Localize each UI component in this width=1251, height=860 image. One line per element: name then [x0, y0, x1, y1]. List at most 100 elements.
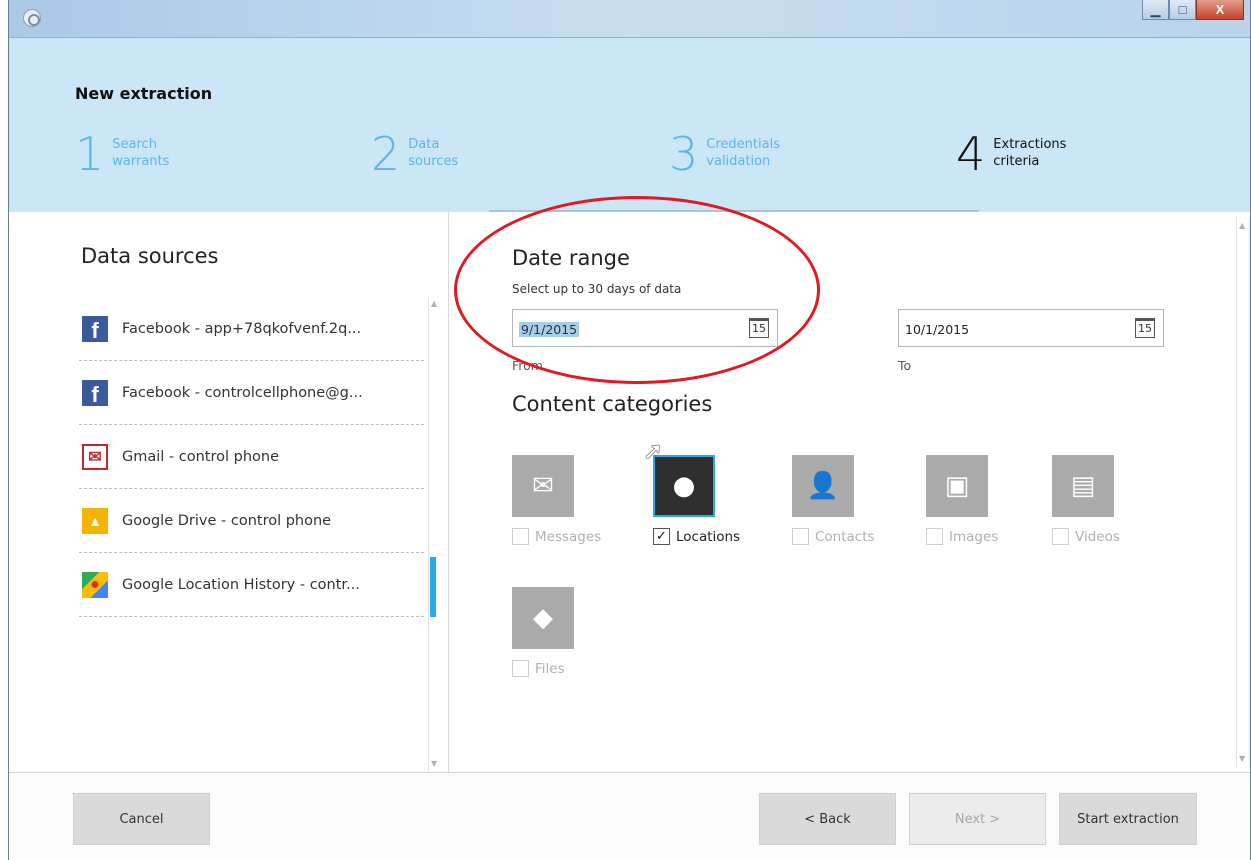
wizard-footer: Cancel < Back Next > Start extraction — [9, 772, 1250, 860]
calendar-icon[interactable]: 15 — [749, 318, 769, 338]
list-item-label: Facebook - controlcellphone@g... — [122, 384, 363, 401]
list-item-label: Google Drive - control phone — [122, 512, 332, 529]
to-label: To — [898, 358, 912, 373]
envelope-icon[interactable]: ✉ — [512, 455, 574, 517]
list-item-label: Facebook - app+78qkofvenf.2q... — [122, 320, 362, 337]
step-number: 4 — [956, 127, 986, 181]
date-range-subtitle: Select up to 30 days of data — [512, 282, 682, 296]
category-label: Contacts — [815, 528, 875, 545]
to-date-value[interactable]: 10/1/2015 — [905, 322, 969, 337]
category-videos[interactable]: ▤ Videos — [1052, 455, 1192, 545]
scroll-up-icon[interactable]: ▲ — [1239, 221, 1245, 230]
list-item[interactable]: f Facebook - app+78qkofvenf.2q... — [79, 297, 424, 361]
data-sources-title: Data sources — [81, 244, 219, 268]
calendar-icon[interactable]: 15 — [1135, 318, 1155, 338]
videos-checkbox[interactable] — [1052, 528, 1069, 545]
step-search-warrants[interactable]: 1 Search warrants — [75, 127, 169, 181]
step-label-line2: sources — [408, 154, 459, 169]
messages-checkbox[interactable] — [512, 528, 529, 545]
category-check-row: Messages — [512, 528, 652, 545]
content-categories-title: Content categories — [512, 392, 713, 416]
category-contacts[interactable]: 👤 Contacts — [792, 455, 932, 545]
step-label-line1: Extractions — [993, 137, 1067, 152]
category-check-row: Videos — [1052, 528, 1192, 545]
step-credentials-validation[interactable]: 3 Credentials validation — [669, 127, 780, 181]
images-checkbox[interactable] — [926, 528, 943, 545]
criteria-panel: Date range Select up to 30 days of data … — [450, 212, 1250, 772]
mouse-cursor-icon: ➚ — [643, 437, 664, 465]
facebook-icon: f — [82, 315, 108, 343]
start-extraction-button[interactable]: Start extraction — [1059, 793, 1197, 845]
list-item-selected[interactable]: ● Google Location History - contr... — [79, 553, 436, 617]
category-label: Files — [535, 660, 565, 677]
from-date-field[interactable]: 9/1/2015 15 — [512, 309, 778, 347]
google-drive-icon: ▲ — [82, 507, 108, 534]
gmail-icon: ✉ — [82, 443, 108, 470]
category-label: Images — [949, 528, 999, 545]
back-button[interactable]: < Back — [759, 793, 896, 845]
files-checkbox[interactable] — [512, 660, 529, 677]
category-check-row: Images — [926, 528, 1066, 545]
person-icon[interactable]: 👤 — [792, 455, 854, 517]
list-item[interactable]: ✉ Gmail - control phone — [79, 425, 424, 489]
window-controls: ▁ □ X — [1142, 0, 1244, 20]
criteria-scrollbar[interactable]: ▲ ▼ — [1236, 217, 1250, 767]
app-logo-icon — [23, 9, 41, 27]
from-label: From — [512, 358, 543, 373]
page-title: New extraction — [75, 84, 213, 103]
list-item[interactable]: f Facebook - controlcellphone@g... — [79, 361, 424, 425]
data-sources-panel: Data sources f Facebook - app+78qkofvenf… — [9, 212, 449, 772]
step-label-line2: criteria — [993, 154, 1040, 169]
next-button[interactable]: Next > — [909, 793, 1046, 845]
minimize-button[interactable]: ▁ — [1142, 0, 1169, 20]
step-label: Data sources — [408, 136, 458, 170]
step-label: Credentials validation — [706, 136, 780, 170]
step-label-line1: Search — [112, 137, 157, 152]
scroll-down-icon[interactable]: ▼ — [1239, 754, 1245, 763]
category-label: Videos — [1075, 528, 1120, 545]
category-locations[interactable]: ● ✓ Locations — [653, 455, 793, 545]
category-check-row: ✓ Locations — [653, 528, 793, 545]
from-date-value[interactable]: 9/1/2015 — [519, 322, 580, 337]
step-label: Search warrants — [112, 136, 169, 170]
scroll-down-icon[interactable]: ▼ — [431, 759, 437, 768]
step-extractions-criteria[interactable]: 4 Extractions criteria — [956, 127, 1066, 181]
step-number: 3 — [669, 127, 699, 181]
step-label: Extractions criteria — [993, 136, 1066, 170]
contacts-checkbox[interactable] — [792, 528, 809, 545]
step-number: 2 — [371, 127, 401, 181]
image-icon[interactable]: ▣ — [926, 455, 988, 517]
step-data-sources[interactable]: 2 Data sources — [371, 127, 458, 181]
step-label-line2: validation — [706, 154, 771, 169]
data-sources-list: f Facebook - app+78qkofvenf.2q... f Face… — [79, 297, 436, 617]
sources-scrollbar[interactable]: ▲ ▼ — [428, 297, 440, 772]
list-item-label: Google Location History - contr... — [122, 576, 360, 593]
wizard-header: New extraction 1 Search warrants 2 Data … — [9, 38, 1250, 212]
step-label-line1: Credentials — [706, 137, 780, 152]
category-check-row: Contacts — [792, 528, 932, 545]
list-item[interactable]: ▲ Google Drive - control phone — [79, 489, 424, 553]
category-check-row: Files — [512, 660, 652, 677]
scroll-up-icon[interactable]: ▲ — [431, 299, 437, 308]
category-label: Locations — [676, 528, 741, 545]
category-files[interactable]: ◆ Files — [512, 587, 652, 677]
app-window: ▁ □ X New extraction 1 Search warrants 2… — [8, 0, 1251, 860]
tag-icon[interactable]: ◆ — [512, 587, 574, 649]
step-label-line1: Data — [408, 137, 440, 152]
locations-checkbox[interactable]: ✓ — [653, 528, 670, 545]
date-range-title: Date range — [512, 246, 630, 270]
cancel-button[interactable]: Cancel — [73, 793, 210, 845]
category-label: Messages — [535, 528, 602, 545]
category-messages[interactable]: ✉ Messages — [512, 455, 652, 545]
facebook-icon: f — [82, 379, 108, 407]
close-button[interactable]: X — [1196, 0, 1244, 20]
to-date-field[interactable]: 10/1/2015 15 — [898, 309, 1164, 347]
list-item-label: Gmail - control phone — [122, 448, 280, 465]
step-number: 1 — [75, 127, 105, 181]
step-label-line2: warrants — [112, 154, 170, 169]
category-images[interactable]: ▣ Images — [926, 455, 1066, 545]
google-maps-icon: ● — [82, 571, 108, 598]
maximize-button[interactable]: □ — [1169, 0, 1196, 20]
title-bar: ▁ □ X — [9, 0, 1250, 38]
film-icon[interactable]: ▤ — [1052, 455, 1114, 517]
